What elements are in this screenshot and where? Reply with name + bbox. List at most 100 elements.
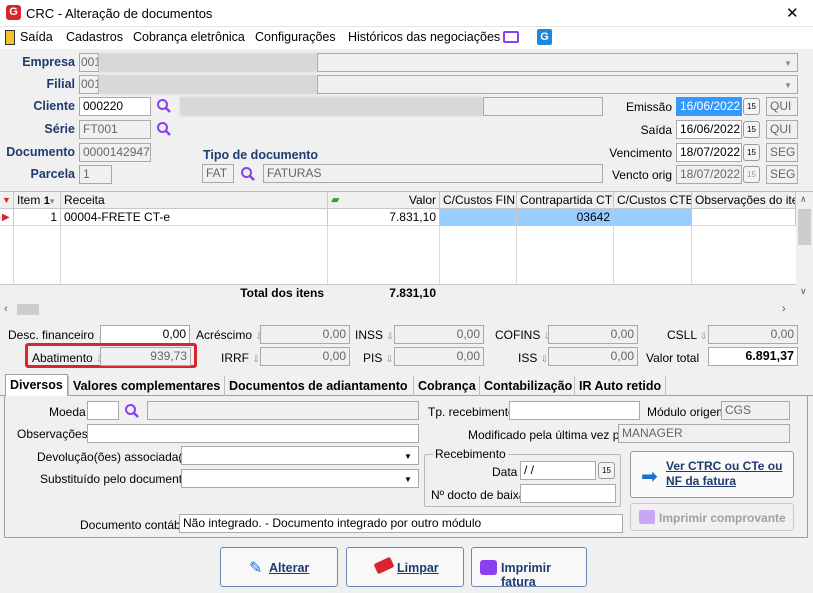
- horizontal-scrollbar[interactable]: ‹ ›: [0, 301, 813, 318]
- cofins-field[interactable]: 0,00: [548, 325, 638, 344]
- cliente-code-field[interactable]: 000220: [79, 97, 151, 116]
- app-g-icon[interactable]: G: [537, 29, 552, 45]
- tab-documentos-adiantamento[interactable]: Documentos de adiantamento: [224, 376, 412, 396]
- menu-cobranca-eletronica[interactable]: Cobrança eletrônica: [133, 30, 245, 44]
- menu-configuracoes[interactable]: Configurações: [255, 30, 336, 44]
- iss-field[interactable]: 0,00: [548, 347, 638, 366]
- parcela-field[interactable]: 1: [79, 165, 112, 184]
- cell-valor[interactable]: 7.831,10: [328, 209, 440, 226]
- tab-cobranca[interactable]: Cobrança: [413, 376, 480, 396]
- pis-field[interactable]: 0,00: [394, 347, 484, 366]
- abatimento-label: Abatimento ⇩: [32, 351, 104, 365]
- saida-label: Saída: [640, 123, 672, 137]
- table-row[interactable]: ▶ 1 00004-FRETE CT-e 7.831,10 03642: [0, 209, 796, 226]
- grid-menu-icon[interactable]: ▼: [0, 192, 14, 209]
- ver-ctrc-button[interactable]: ➡ Ver CTRC ou CTe ou NF da fatura: [630, 451, 794, 498]
- desc-financeiro-field[interactable]: 0,00: [100, 325, 190, 344]
- empresa-code-field[interactable]: 001: [79, 53, 99, 72]
- close-icon[interactable]: ✕: [786, 4, 799, 22]
- calendar-icon[interactable]: 15: [598, 462, 615, 479]
- valor-total-field: 6.891,37: [708, 347, 798, 366]
- window-title: CRC - Alteração de documentos: [26, 6, 213, 21]
- filial-code-field[interactable]: 001: [79, 75, 99, 94]
- csll-field[interactable]: 0,00: [708, 325, 798, 344]
- acrescimo-field[interactable]: 0,00: [260, 325, 350, 344]
- cell-item[interactable]: 1: [14, 209, 61, 226]
- alterar-button[interactable]: ✎ Alterar: [220, 547, 338, 587]
- tab-ir-auto-retido[interactable]: IR Auto retido: [574, 376, 667, 396]
- scroll-thumb[interactable]: [17, 304, 39, 315]
- inss-field[interactable]: 0,00: [394, 325, 484, 344]
- grid-empty-area: [0, 226, 796, 284]
- data-label: Data: [492, 465, 518, 479]
- filial-name-field[interactable]: [99, 75, 317, 94]
- emissao-date-field[interactable]: 16/06/2022: [676, 97, 742, 116]
- abatimento-field[interactable]: 939,73: [100, 347, 191, 366]
- col-observacoes[interactable]: Observações do item: [692, 192, 796, 209]
- chevron-down-icon[interactable]: ▼: [404, 475, 412, 484]
- observacoes-field[interactable]: [87, 424, 419, 443]
- vencto-orig-day-field: SEG: [766, 165, 798, 184]
- menu-saida[interactable]: Saída: [20, 30, 53, 44]
- chevron-down-icon[interactable]: ▼: [784, 81, 792, 90]
- menu-historicos[interactable]: Históricos das negociações: [348, 30, 500, 44]
- col-item[interactable]: Item 1▾: [14, 192, 61, 209]
- tipo-code-field[interactable]: FAT: [202, 164, 234, 183]
- serie-field[interactable]: FT001: [79, 120, 151, 139]
- monitor-icon[interactable]: [503, 31, 519, 43]
- cell-ccustos-ctb[interactable]: [614, 209, 692, 226]
- chevron-down-icon[interactable]: ∨: [800, 286, 807, 297]
- empresa-name-field[interactable]: [99, 53, 317, 72]
- tab-contabilizacao[interactable]: Contabilização: [479, 376, 576, 396]
- irrf-label: IRRF ⇩: [221, 351, 260, 365]
- cell-ccustos-fin[interactable]: [440, 209, 517, 226]
- col-ccustos-fin[interactable]: C/Custos FIN: [440, 192, 517, 209]
- menu-cadastros[interactable]: Cadastros: [66, 30, 123, 44]
- col-contrapartida-ctb[interactable]: Contrapartida CTB: [517, 192, 614, 209]
- documento-field[interactable]: 0000142947: [79, 143, 151, 162]
- calendar-icon[interactable]: 15: [743, 121, 760, 138]
- col-valor[interactable]: ▰ Valor: [328, 192, 440, 209]
- imprimir-fatura-button[interactable]: Imprimir fatura: [471, 547, 587, 589]
- calendar-icon[interactable]: 15: [743, 144, 760, 161]
- chevron-right-icon[interactable]: ›: [782, 303, 786, 315]
- moeda-field[interactable]: [87, 401, 119, 420]
- devolucao-dropdown[interactable]: [181, 446, 419, 465]
- chevron-left-icon[interactable]: ‹: [4, 303, 8, 315]
- tipo-desc-field[interactable]: FATURAS: [263, 164, 603, 183]
- acrescimo-text: Acréscimo: [196, 328, 253, 342]
- vertical-scrollbar[interactable]: ∧ ∨: [796, 192, 813, 301]
- col-ccustos-ctb[interactable]: C/Custos CTB: [614, 192, 692, 209]
- filial-dropdown[interactable]: [317, 75, 798, 94]
- search-icon[interactable]: [156, 121, 172, 137]
- cell-contrapartida[interactable]: 03642: [517, 209, 614, 226]
- substituido-label: Substituído pelo documento: [40, 472, 189, 486]
- chevron-down-icon[interactable]: ▼: [404, 452, 412, 461]
- cell-receita[interactable]: 00004-FRETE CT-e: [61, 209, 328, 226]
- irrf-field[interactable]: 0,00: [260, 347, 350, 366]
- eraser-icon: [373, 556, 395, 575]
- ndocto-baixa-field[interactable]: [520, 484, 616, 503]
- scroll-thumb[interactable]: [798, 209, 811, 245]
- substituido-dropdown[interactable]: [181, 469, 419, 488]
- chevron-up-icon[interactable]: ∧: [800, 194, 807, 205]
- imprimir-comprovante-button[interactable]: Imprimir comprovante: [630, 503, 794, 531]
- cliente-name-field[interactable]: [180, 97, 483, 116]
- tp-recebimento-field[interactable]: [509, 401, 640, 420]
- search-icon[interactable]: [124, 403, 140, 419]
- search-icon[interactable]: [240, 166, 256, 182]
- tab-valores-complementares[interactable]: Valores complementares: [68, 376, 224, 396]
- data-recebimento-field[interactable]: / /: [520, 461, 596, 480]
- limpar-button[interactable]: Limpar: [346, 547, 464, 587]
- search-icon[interactable]: [156, 98, 172, 114]
- chevron-down-icon[interactable]: ▼: [784, 59, 792, 68]
- arrow-right-icon: ➡: [641, 466, 658, 488]
- tab-diversos[interactable]: Diversos: [5, 374, 68, 396]
- calendar-icon[interactable]: 15: [743, 98, 760, 115]
- col-receita[interactable]: Receita: [61, 192, 328, 209]
- saida-date-field[interactable]: 16/06/2022: [676, 120, 742, 139]
- emissao-label: Emissão: [625, 100, 672, 114]
- vencimento-date-field[interactable]: 18/07/2022: [676, 143, 742, 162]
- cell-observacoes[interactable]: [692, 209, 796, 226]
- empresa-dropdown[interactable]: [317, 53, 798, 72]
